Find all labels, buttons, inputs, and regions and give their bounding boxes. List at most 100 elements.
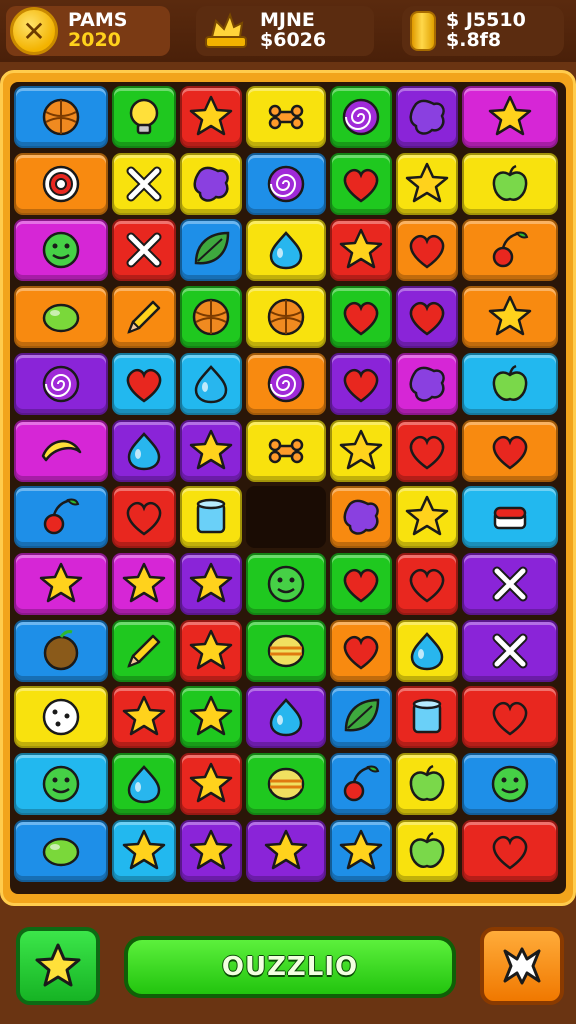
board-tile[interactable] [112, 286, 176, 349]
board-tile[interactable] [462, 552, 558, 615]
star-booster-button[interactable] [16, 927, 100, 1005]
star-icon [405, 162, 449, 202]
board-tile[interactable] [180, 86, 242, 148]
board-tile[interactable] [246, 819, 326, 882]
board-tile[interactable] [246, 753, 326, 815]
board-tile[interactable] [462, 753, 558, 815]
board-tile[interactable] [330, 419, 392, 482]
hud-score-value: $6026 [260, 29, 327, 51]
board-tile[interactable] [462, 419, 558, 482]
board-tile[interactable] [396, 219, 458, 282]
board-tile[interactable] [112, 686, 176, 749]
board-tile[interactable] [246, 352, 326, 415]
board-tile[interactable] [462, 152, 558, 215]
board-tile[interactable] [112, 219, 176, 282]
board-tile[interactable] [330, 619, 392, 682]
board-tile[interactable] [14, 819, 108, 882]
board-tile[interactable] [396, 419, 458, 482]
board-tile[interactable] [112, 352, 176, 415]
blob-icon [409, 99, 445, 135]
board-tile[interactable] [180, 686, 242, 749]
board-tile[interactable] [14, 552, 108, 615]
board-tile[interactable] [396, 753, 458, 815]
board-tile[interactable] [14, 352, 108, 415]
board-tile[interactable] [330, 819, 392, 882]
board-tile[interactable] [112, 152, 176, 215]
shuffle-button[interactable] [480, 927, 564, 1005]
board-tile[interactable] [246, 552, 326, 615]
board-tile[interactable] [462, 286, 558, 349]
board-tile[interactable] [14, 686, 108, 749]
board-tile[interactable] [396, 686, 458, 749]
board-tile[interactable] [330, 686, 392, 749]
board-tile[interactable] [14, 419, 108, 482]
board-tile[interactable] [462, 619, 558, 682]
heart-icon [343, 301, 379, 336]
board-tile[interactable] [396, 819, 458, 882]
board-tile[interactable] [112, 486, 176, 549]
board-tile[interactable] [462, 219, 558, 282]
board-tile[interactable] [462, 86, 558, 148]
board-tile[interactable] [112, 753, 176, 815]
board-tile[interactable] [462, 686, 558, 749]
board-tile[interactable] [396, 286, 458, 349]
board-tile[interactable] [180, 219, 242, 282]
heart-icon [343, 168, 379, 203]
board-tile[interactable] [180, 619, 242, 682]
board-tile[interactable] [246, 286, 326, 349]
hud-player-panel: ✕ PAMS 2020 [6, 6, 170, 56]
close-button[interactable]: ✕ [10, 7, 58, 55]
board-tile[interactable] [246, 86, 326, 148]
star-icon [264, 829, 308, 869]
board-tile[interactable] [396, 619, 458, 682]
board-tile[interactable] [180, 419, 242, 482]
board-tile[interactable] [14, 152, 108, 215]
board-tile[interactable] [462, 352, 558, 415]
board-tile[interactable] [180, 819, 242, 882]
board-tile[interactable] [180, 286, 242, 349]
board-tile[interactable] [180, 152, 242, 215]
board-tile[interactable] [14, 86, 108, 148]
board-tile[interactable] [180, 552, 242, 615]
melon-icon [267, 767, 305, 801]
board-tile[interactable] [246, 219, 326, 282]
drop-icon [194, 364, 228, 404]
board-tile[interactable] [330, 152, 392, 215]
heart-icon [409, 568, 445, 603]
board-tile[interactable] [180, 352, 242, 415]
board-tile[interactable] [330, 286, 392, 349]
board-tile[interactable] [396, 486, 458, 549]
board-tile[interactable] [396, 86, 458, 148]
board-tile[interactable] [396, 352, 458, 415]
board-tile[interactable] [14, 286, 108, 349]
board-tile[interactable] [246, 619, 326, 682]
play-button[interactable]: OUZZLIO [124, 936, 456, 998]
board-tile[interactable] [14, 486, 108, 549]
melon-icon [267, 634, 305, 667]
board-tile[interactable] [330, 552, 392, 615]
star-icon [339, 829, 383, 869]
board-tile[interactable] [112, 419, 176, 482]
board-tile[interactable] [112, 819, 176, 882]
board-tile[interactable] [330, 753, 392, 815]
board-tile[interactable] [14, 219, 108, 282]
board-tile[interactable] [112, 552, 176, 615]
board-tile[interactable] [330, 219, 392, 282]
board-tile[interactable] [246, 419, 326, 482]
board-tile[interactable] [246, 152, 326, 215]
board-tile[interactable] [14, 753, 108, 815]
board-tile[interactable] [180, 486, 242, 549]
board-tile[interactable] [180, 753, 242, 815]
board-tile[interactable] [330, 486, 392, 549]
board-tile[interactable] [112, 619, 176, 682]
board-tile[interactable] [396, 152, 458, 215]
board-tile[interactable] [246, 686, 326, 749]
board-tile[interactable] [330, 352, 392, 415]
board-tile[interactable] [112, 86, 176, 148]
board-tile[interactable] [396, 552, 458, 615]
board-tile[interactable] [462, 819, 558, 882]
board-tile[interactable] [14, 619, 108, 682]
heart-icon [343, 635, 379, 670]
board-tile[interactable] [462, 486, 558, 549]
board-tile[interactable] [330, 86, 392, 148]
